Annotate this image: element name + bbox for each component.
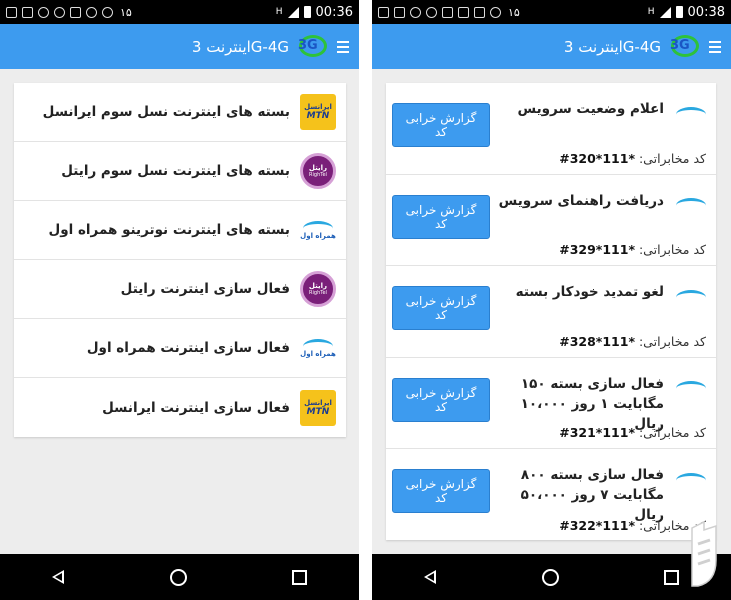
phone-screen-left: ۱۵ H 00:36 اینترنت 3G-4G 3G بسته های این… [0,0,359,600]
navigation-bar [0,554,359,600]
notification-count: ۱۵ [120,5,132,19]
viber-icon [490,6,501,18]
mci-logo-icon: همراه اول [300,212,336,248]
app-bar: اینترنت 3G-4G 3G [372,24,731,69]
report-fault-button[interactable]: گزارش خرابی کد [392,377,490,422]
notification-icons: ۱۵ [378,6,520,19]
service-title: لغو تمدید خودکار بسته [515,284,664,300]
back-icon[interactable] [52,570,66,584]
menu-icon[interactable] [709,40,721,53]
list-item: فعال سازی بسته ۸۰۰ مگابایت ۷ روز ۵۰،۰۰۰ … [386,449,716,540]
report-fault-button[interactable]: گزارش خرابی کد [392,103,490,147]
report-fault-button[interactable]: گزارش خرابی کد [392,469,490,513]
app-icon [410,6,421,18]
mci-logo-icon [674,280,708,314]
item-label: فعال سازی اینترنت همراه اول [86,340,290,356]
back-icon[interactable] [424,570,438,584]
viber-icon [426,6,437,18]
notification-count: ۱۵ [508,5,520,19]
list-item[interactable]: بسته های اینترنت نسل سوم رایتل رایتل Righ… [14,142,346,201]
list-item[interactable]: بسته های اینترنت نسل سوم ایرانسل ایرانسل… [14,83,346,142]
item-label: فعال سازی اینترنت ایرانسل [102,399,290,416]
service-code: کد مخابراتی: *111*320# [559,150,706,166]
menu-icon[interactable] [337,40,349,53]
network-type: H [275,7,283,17]
report-fault-button[interactable]: گزارش خرابی کد [392,286,490,330]
rightel-logo-icon: رایتل RighTel [300,271,336,307]
mci-logo-icon: همراه اول [300,330,336,366]
rightel-logo-icon: رایتل RighTel [300,153,336,189]
list-item[interactable]: فعال سازی اینترنت همراه اول همراه اول [14,319,346,378]
service-code: کد مخابراتی: *111*329# [559,242,706,257]
list-item: دریافت راهنمای سرویس گزارش خرابی کد کد م… [386,175,716,266]
clock: 00:38 [687,4,725,20]
item-label: فعال سازی اینترنت رایتل [120,281,290,297]
item-label: بسته های اینترنت نوترینو همراه اول [48,222,290,238]
viber-icon [102,6,113,18]
instagram-icon [474,6,485,18]
recent-apps-icon[interactable] [291,569,307,585]
recent-apps-icon[interactable] [663,569,679,585]
mci-logo-icon [674,372,708,406]
item-label: بسته های اینترنت نسل سوم رایتل [61,163,290,179]
service-code: کد مخابراتی: *111*321# [559,425,706,440]
irancell-logo-icon: ایرانسل MTN [300,389,336,426]
app-logo-icon: 3G [667,33,703,61]
signal-icon [659,6,671,18]
report-fault-button[interactable]: گزارش خرابی کد [392,194,490,239]
gmail-icon [458,6,469,18]
viber-icon [54,6,65,18]
service-title: فعال سازی بسته ۸۰۰ مگابایت ۷ روز ۵۰،۰۰۰ … [520,467,664,523]
mci-logo-icon [674,97,708,131]
app-bar: اینترنت 3G-4G 3G [0,24,359,69]
navigation-bar [372,554,731,600]
list-item[interactable]: بسته های اینترنت نوترینو همراه اول همراه… [14,201,346,260]
service-list: اعلام وضعیت سرویس گزارش خرابی کد کد مخاب… [386,83,716,540]
item-label: بسته های اینترنت نسل سوم ایرانسل [42,104,290,120]
list-item[interactable]: فعال سازی اینترنت ایرانسل ایرانسل MTN [14,378,346,437]
app-logo-icon: 3G [295,33,331,61]
signal-icon [287,6,299,18]
app-title: اینترنت 3G-4G [563,37,661,56]
operator-list: بسته های اینترنت نسل سوم ایرانسل ایرانسل… [14,83,346,437]
app-icon [38,6,49,18]
message-icon [378,6,389,18]
list-item[interactable]: فعال سازی اینترنت رایتل رایتل RighTel [14,260,346,319]
notification-icons: ۱۵ [6,6,132,19]
image-icon [394,6,405,18]
battery-icon [303,6,311,18]
home-icon[interactable] [542,568,560,586]
service-title: دریافت راهنمای سرویس [498,192,664,209]
home-icon[interactable] [170,568,188,586]
network-type: H [647,7,655,17]
clock: 00:36 [315,4,353,20]
status-bar: ۱۵ H 00:36 [0,0,359,24]
phone-screen-right: ۱۵ H 00:38 اینترنت 3G-4G 3G اعلام وضعیت … [372,0,731,600]
irancell-logo-icon: ایرانسل MTN [300,94,336,130]
list-item: اعلام وضعیت سرویس گزارش خرابی کد کد مخاب… [386,83,716,175]
viber-icon [86,6,97,18]
message-icon [6,6,17,18]
battery-icon [675,6,683,18]
list-item: فعال سازی بسته ۱۵۰ مگابایت ۱ روز ۱۰،۰۰۰ … [386,358,716,449]
status-bar: ۱۵ H 00:38 [372,0,731,24]
image-icon [22,6,33,18]
service-title: اعلام وضعیت سرویس [517,101,664,117]
store-watermark-icon [691,520,717,587]
list-item: لغو تمدید خودکار بسته گزارش خرابی کد کد … [386,266,716,358]
mci-logo-icon [674,189,708,223]
gmail-icon [70,6,81,18]
instagram-icon [442,6,453,18]
app-title: اینترنت 3G-4G [191,37,289,56]
service-code: کد مخابراتی: *111*328# [559,333,706,349]
mci-logo-icon [674,463,708,497]
